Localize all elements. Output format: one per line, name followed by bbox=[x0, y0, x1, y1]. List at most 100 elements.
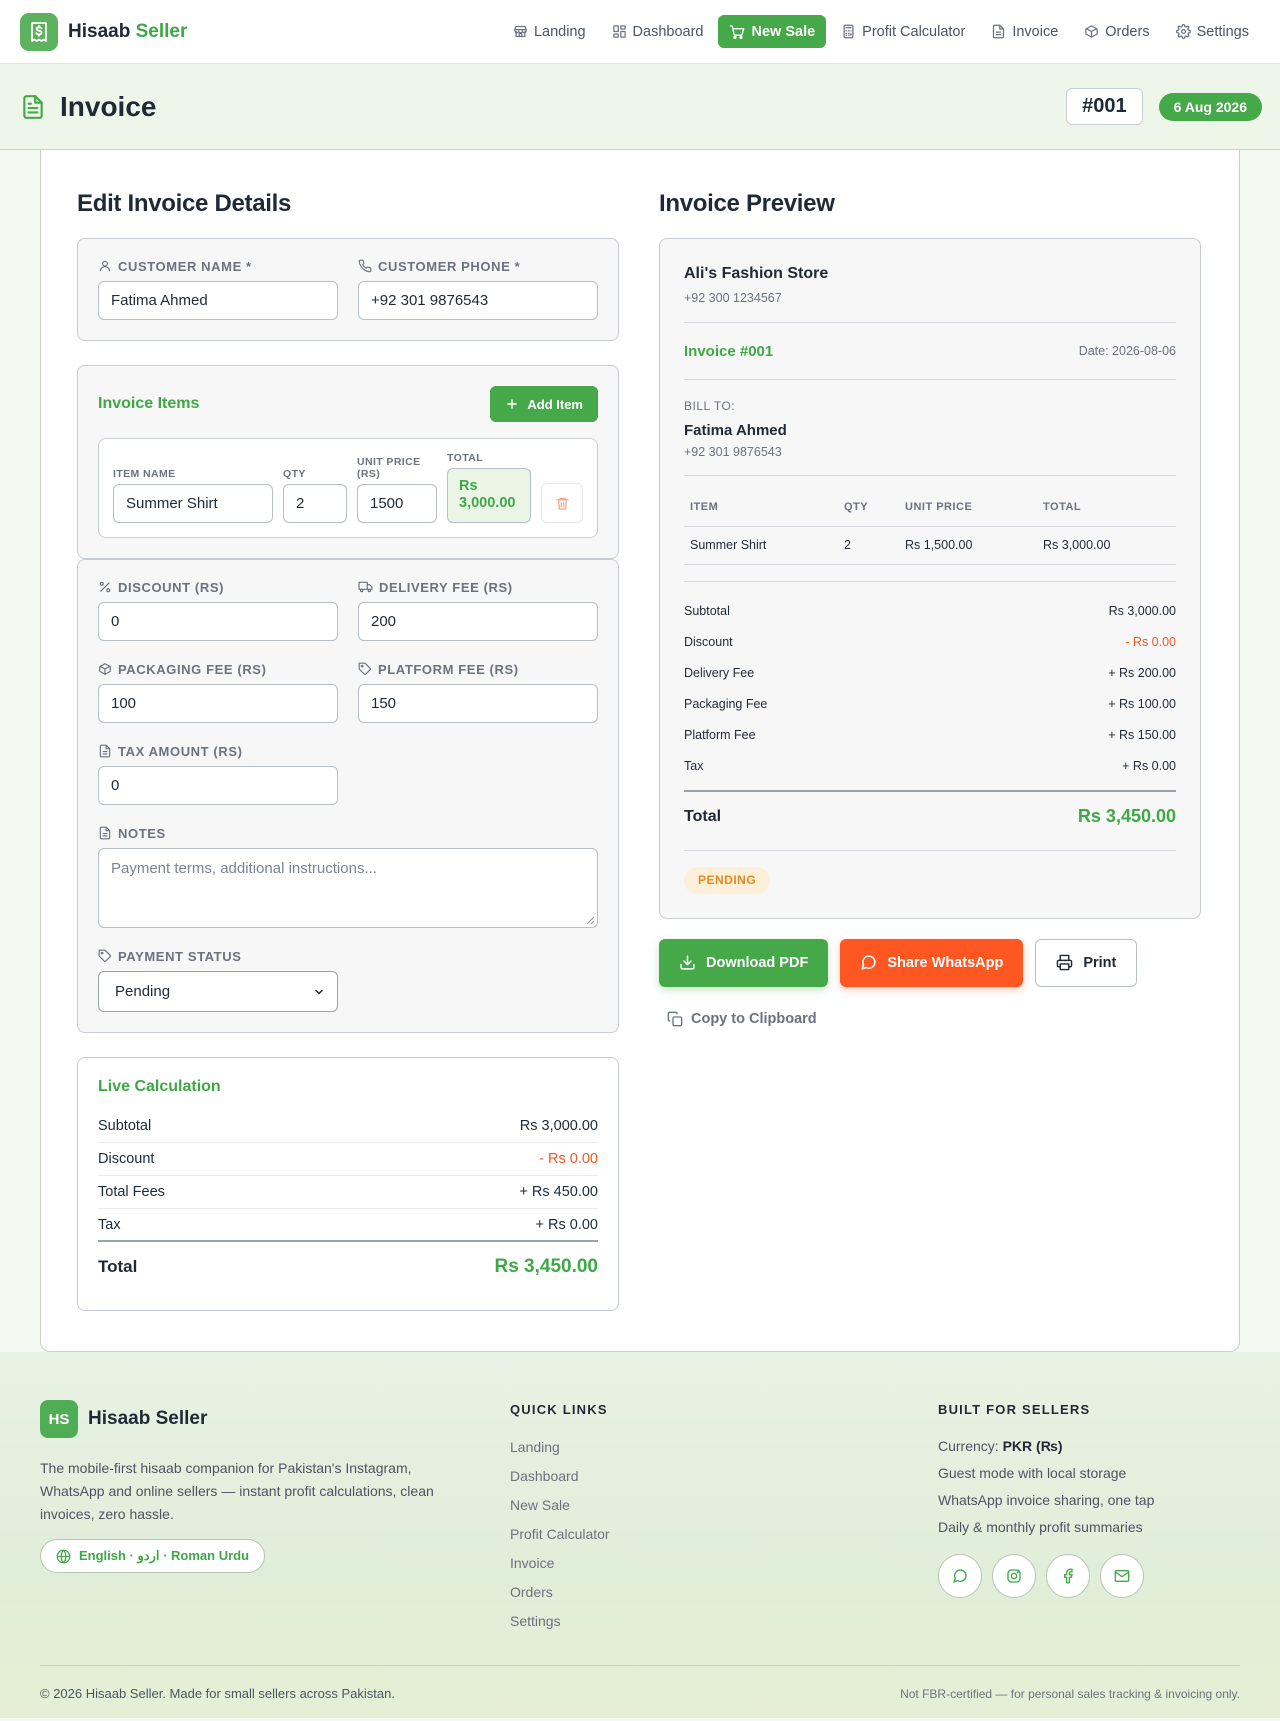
store-name: Ali's Fashion Store bbox=[684, 265, 829, 282]
footer-link[interactable]: Settings bbox=[510, 1606, 868, 1635]
download-pdf-button[interactable]: Download PDF bbox=[659, 938, 829, 987]
built-line: WhatsApp invoice sharing, one tap bbox=[938, 1491, 1155, 1508]
item-name-col-label: ITEM NAME bbox=[113, 468, 176, 480]
package-icon bbox=[98, 662, 112, 676]
summary-row: Platform Fee + Rs 150.00 bbox=[684, 728, 1176, 742]
copy-to-clipboard-button[interactable]: Copy to Clipboard bbox=[667, 1011, 1201, 1027]
invoice-date-badge: 6 Aug 2026 bbox=[1158, 92, 1262, 121]
preview-invoice-number: Invoice #001 bbox=[684, 342, 774, 360]
page-header: Invoice #001 6 Aug 2026 bbox=[0, 64, 1280, 150]
disclaimer: Not FBR-certified — for personal sales t… bbox=[900, 1686, 1240, 1701]
customer-name-input[interactable]: Fatima Ahmed bbox=[98, 281, 338, 320]
preview-summary: Subtotal Rs 3,000.00 Discount - Rs 0.00 De… bbox=[684, 596, 1176, 782]
download-icon bbox=[679, 954, 696, 971]
nav-profit-calculator[interactable]: Profit Calculator bbox=[830, 15, 976, 48]
file-icon bbox=[991, 24, 1006, 39]
nav-label: Settings bbox=[1196, 23, 1249, 40]
customer-panel: CUSTOMER NAME * Fatima Ahmed CUSTOMER PH… bbox=[77, 238, 619, 341]
preview-customer-name: Fatima Ahmed bbox=[684, 422, 787, 439]
nav-dashboard[interactable]: Dashboard bbox=[601, 15, 715, 48]
printer-icon bbox=[1056, 954, 1073, 971]
note-icon bbox=[98, 826, 112, 840]
item-name-input[interactable]: Summer Shirt bbox=[113, 484, 273, 523]
footer-link[interactable]: Landing bbox=[510, 1432, 868, 1461]
payment-status-badge: PENDING bbox=[684, 866, 771, 894]
platform-fee-input[interactable]: 150 bbox=[358, 684, 598, 723]
built-title: BUILT FOR SELLERS bbox=[938, 1402, 1091, 1417]
payment-status-select[interactable]: Pending bbox=[98, 971, 338, 1012]
main-nav: Landing Dashboard New Sale Profit Calcul… bbox=[502, 15, 1260, 48]
print-button[interactable]: Print bbox=[1035, 938, 1138, 987]
summary-row: Subtotal Rs 3,000.00 bbox=[684, 604, 1176, 618]
mail-icon bbox=[1114, 1568, 1130, 1584]
brand-name: Hisaab Seller bbox=[68, 20, 188, 42]
preview-column: Invoice Preview Ali's Fashion Store +92 … bbox=[659, 190, 1201, 1311]
footer-brand-name: Hisaab Seller bbox=[88, 1408, 208, 1429]
notes-textarea[interactable]: Payment terms, additional instructions..… bbox=[98, 848, 598, 928]
language-switcher[interactable]: English · اردو · Roman Urdu bbox=[40, 1539, 266, 1573]
share-whatsapp-button[interactable]: Share WhatsApp bbox=[840, 938, 1024, 987]
nav-settings[interactable]: Settings bbox=[1165, 15, 1260, 48]
facebook-social-button[interactable] bbox=[1046, 1554, 1090, 1598]
chevron-down-icon bbox=[313, 986, 325, 998]
quick-links-title: QUICK LINKS bbox=[510, 1402, 608, 1417]
footer-logo: HS bbox=[40, 1400, 78, 1438]
table-row: Summer Shirt 2 Rs 1,500.00 Rs 3,000.00 bbox=[684, 526, 1176, 565]
nav-new-sale[interactable]: New Sale bbox=[718, 15, 827, 48]
instagram-social-button[interactable] bbox=[992, 1554, 1036, 1598]
table-header: ITEM bbox=[684, 488, 838, 527]
tax-amount-input[interactable]: 0 bbox=[98, 766, 338, 805]
receipt-logo-icon bbox=[20, 12, 58, 51]
footer-link[interactable]: Profit Calculator bbox=[510, 1519, 868, 1548]
add-item-button[interactable]: Add Item bbox=[490, 386, 598, 422]
trash-icon bbox=[555, 496, 570, 511]
customer-phone-input[interactable]: +92 301 9876543 bbox=[358, 281, 598, 320]
whatsapp-social-button[interactable] bbox=[938, 1554, 982, 1598]
delivery-fee-input[interactable]: 200 bbox=[358, 602, 598, 641]
summary-row: Discount - Rs 0.00 bbox=[684, 635, 1176, 649]
phone-icon bbox=[358, 259, 372, 273]
discount-label: DISCOUNT (RS) bbox=[98, 580, 338, 595]
footer-link[interactable]: Invoice bbox=[510, 1548, 868, 1577]
cart-icon bbox=[729, 24, 745, 40]
notes-label: NOTES bbox=[98, 826, 598, 841]
brand[interactable]: Hisaab Seller bbox=[20, 12, 188, 51]
item-total-value: Rs 3,000.00 bbox=[447, 468, 531, 523]
item-qty-input[interactable]: 2 bbox=[283, 484, 347, 523]
invoice-file-icon bbox=[20, 92, 46, 122]
live-row: Subtotal Rs 3,000.00 bbox=[98, 1110, 598, 1143]
footer-description: The mobile-first hisaab companion for Pa… bbox=[40, 1460, 434, 1522]
nav-label: Landing bbox=[533, 23, 586, 40]
live-row: Tax + Rs 0.00 bbox=[98, 1209, 598, 1242]
footer-link[interactable]: Dashboard bbox=[510, 1461, 868, 1490]
item-unit-price-input[interactable]: 1500 bbox=[357, 484, 437, 523]
preview-items-table: ITEM QTY UNIT PRICE TOTAL Summer Shirt 2… bbox=[684, 488, 1176, 565]
copyright: © 2026 Hisaab Seller. Made for small sel… bbox=[40, 1686, 395, 1701]
packaging-fee-input[interactable]: 100 bbox=[98, 684, 338, 723]
invoice-items-panel: Invoice Items Add Item ITEM NAME Summer … bbox=[77, 365, 619, 559]
nav-label: Orders bbox=[1105, 23, 1150, 40]
nav-landing[interactable]: Landing bbox=[502, 15, 597, 48]
summary-row: Packaging Fee + Rs 100.00 bbox=[684, 697, 1176, 711]
nav-invoice[interactable]: Invoice bbox=[980, 15, 1069, 48]
payment-status-label: PAYMENT STATUS bbox=[98, 949, 598, 964]
page-title: Invoice bbox=[60, 90, 157, 122]
resize-handle-icon[interactable] bbox=[586, 916, 594, 924]
invoice-number-badge: #001 bbox=[1066, 88, 1143, 125]
truck-icon bbox=[358, 580, 373, 594]
tax-amount-label: TAX AMOUNT (RS) bbox=[98, 744, 598, 759]
nav-label: New Sale bbox=[751, 23, 816, 40]
invoice-actions: Download PDF Share WhatsApp Print bbox=[659, 938, 1201, 987]
currency-line: Currency: PKR (₨) bbox=[938, 1437, 1063, 1454]
user-icon bbox=[98, 259, 112, 273]
globe-icon bbox=[56, 1549, 71, 1564]
delete-item-button[interactable] bbox=[541, 483, 583, 523]
footer-link[interactable]: Orders bbox=[510, 1577, 868, 1606]
summary-row: Delivery Fee + Rs 200.00 bbox=[684, 666, 1176, 680]
invoice-items-title: Invoice Items bbox=[98, 395, 200, 412]
discount-input[interactable]: 0 bbox=[98, 602, 338, 641]
footer-link[interactable]: New Sale bbox=[510, 1490, 868, 1519]
calculator-icon bbox=[841, 24, 856, 39]
nav-orders[interactable]: Orders bbox=[1073, 15, 1160, 48]
email-social-button[interactable] bbox=[1100, 1554, 1144, 1598]
